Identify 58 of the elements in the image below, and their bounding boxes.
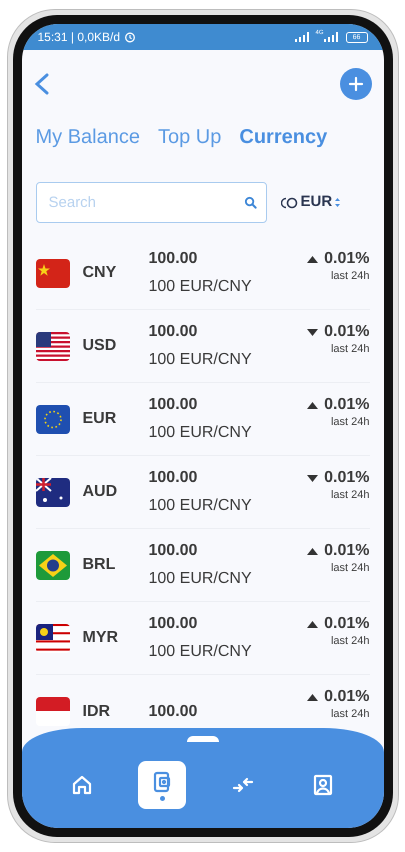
change-percent: 0.01% (324, 687, 370, 707)
search-icon (244, 196, 256, 209)
flag-icon (36, 332, 70, 360)
currency-pair: 100 EUR/CNY (148, 569, 253, 589)
currency-code: EUR (82, 409, 118, 429)
currency-price: 100.00 (148, 614, 198, 634)
change-percent: 0.01% (324, 468, 370, 488)
change-period: last 24h (330, 636, 370, 647)
signal-icon (324, 32, 338, 42)
flag-icon (36, 624, 70, 652)
status-time: 15:31 | 0,0KB/d (38, 29, 120, 46)
currency-price: 100.00 (148, 702, 198, 722)
signal-icon (295, 32, 312, 42)
flag-icon (36, 404, 70, 434)
currency-price: 100.00 (148, 322, 198, 342)
tab[interactable]: My Balance (36, 122, 140, 152)
tab[interactable]: Currency (239, 122, 328, 152)
tab[interactable]: Top Up (158, 122, 222, 152)
search-field[interactable]: Search (36, 182, 266, 223)
change-period: last 24h (330, 563, 370, 574)
flag-icon (36, 697, 70, 726)
currency-price: 100.00 (148, 468, 198, 488)
currency-pair: 100 EUR/CNY (148, 277, 253, 297)
change-period: last 24h (330, 490, 370, 501)
change-percent: 0.01% (324, 541, 370, 561)
plus-icon (348, 76, 364, 92)
currency-code: IDR (82, 702, 112, 722)
currency-pair: 100 EUR/CNY (148, 423, 253, 443)
flag-icon (36, 550, 70, 580)
change-percent: 0.01% (324, 249, 370, 269)
currency-code: USD (82, 336, 118, 356)
currency-pair: 100 EUR/CNY (148, 496, 253, 516)
change-period: last 24h (330, 344, 370, 355)
currency-pair: 100 EUR/CNY (148, 642, 253, 662)
flag-icon (36, 258, 70, 288)
change-percent: 0.01% (324, 322, 370, 342)
change-percent: 0.01% (324, 614, 370, 634)
sort-arrows-icon (334, 197, 342, 208)
change-period: last 24h (330, 709, 370, 720)
add-button[interactable] (340, 68, 372, 100)
change-percent: 0.01% (324, 395, 370, 415)
change-period: last 24h (330, 417, 370, 428)
back-chevron-icon (34, 73, 50, 95)
currency-code: BRL (82, 555, 116, 575)
change-period: last 24h (330, 271, 370, 282)
currency-price: 100.00 (148, 541, 198, 561)
currency-code: MYR (82, 628, 120, 648)
currency-price: 100.00 (148, 249, 198, 269)
base-currency-selector[interactable]: EUR (280, 191, 342, 214)
flag-icon (36, 478, 70, 506)
nav-tab[interactable] (138, 761, 186, 809)
currency-pair: 100 EUR/CNY (148, 350, 253, 370)
currency-price: 100.00 (148, 395, 198, 415)
alarm-icon (124, 31, 136, 43)
currency-code: AUD (82, 482, 118, 502)
coins-icon (280, 196, 298, 208)
currency-code: CNY (82, 263, 118, 283)
drag-handle[interactable] (186, 736, 218, 742)
